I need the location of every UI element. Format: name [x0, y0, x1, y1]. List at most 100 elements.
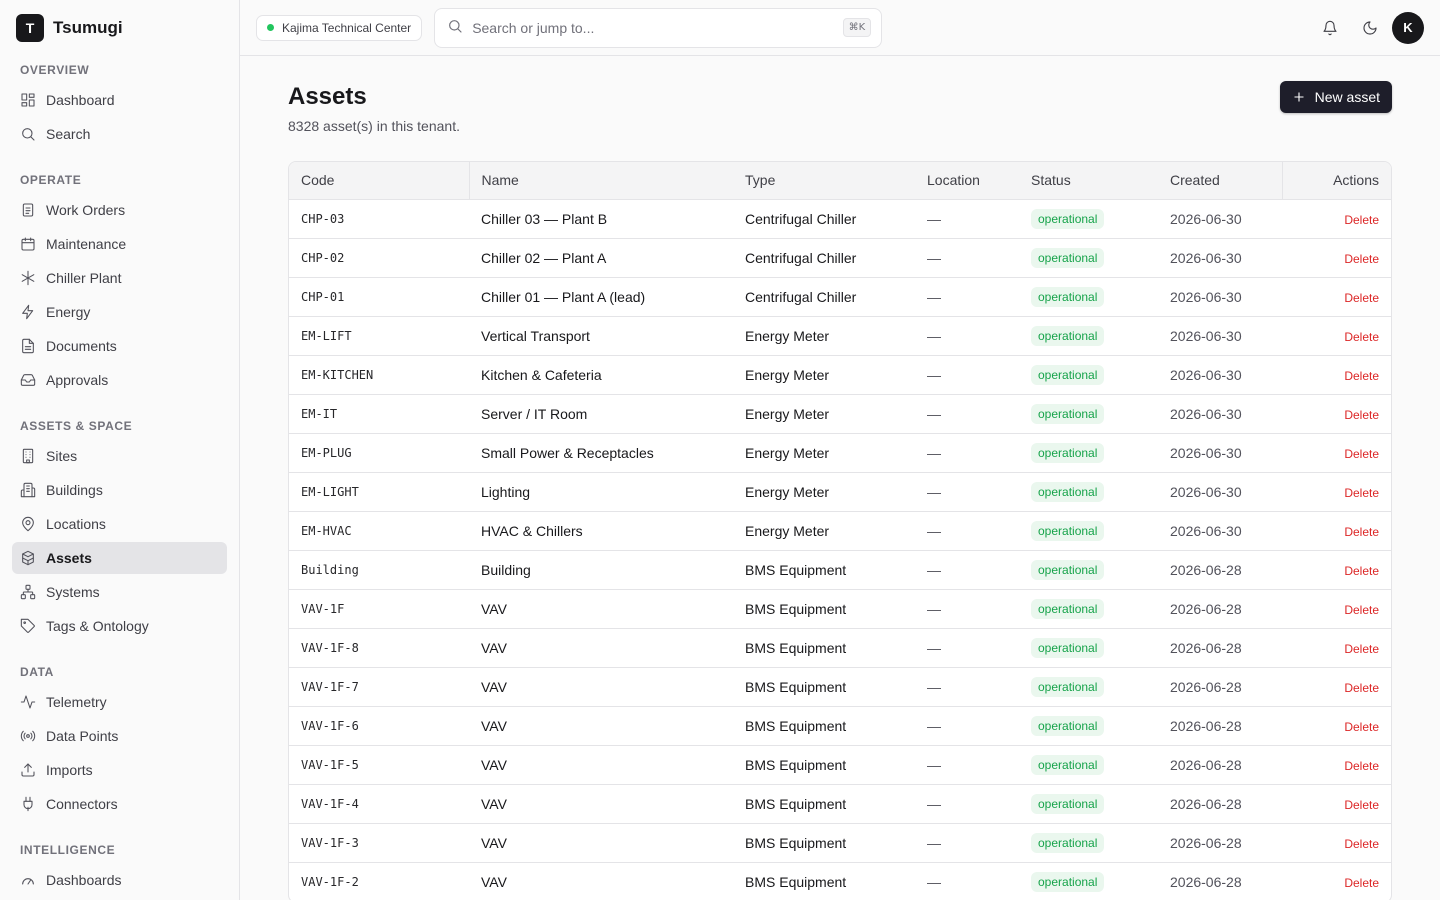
tenant-name: Kajima Technical Center — [282, 20, 412, 35]
asset-location: — — [915, 316, 1019, 356]
sidebar-item-connectors[interactable]: Connectors — [12, 788, 227, 820]
search-input[interactable] — [472, 19, 843, 36]
delete-asset-button[interactable]: Delete — [1344, 837, 1379, 851]
notifications-button[interactable] — [1314, 12, 1346, 44]
sidebar-item-buildings[interactable]: Buildings — [12, 474, 227, 506]
sidebar-item-energy[interactable]: Energy — [12, 296, 227, 328]
column-header-type[interactable]: Type — [733, 162, 915, 200]
delete-asset-button[interactable]: Delete — [1344, 798, 1379, 812]
brand-logo: T — [16, 14, 44, 42]
column-header-code[interactable]: Code — [289, 162, 470, 200]
table-row[interactable]: EM-IT Server / IT Room Energy Meter — operat… — [289, 394, 1391, 434]
sidebar-item-maintenance[interactable]: Maintenance — [12, 228, 227, 260]
sidebar-item-label: Connectors — [46, 796, 118, 812]
delete-asset-button[interactable]: Delete — [1344, 603, 1379, 617]
asset-name: Vertical Transport — [469, 316, 733, 356]
delete-asset-button[interactable]: Delete — [1344, 681, 1379, 695]
asset-actions-cell: Delete — [1282, 355, 1391, 395]
delete-asset-button[interactable]: Delete — [1344, 408, 1379, 422]
sidebar-item-assets[interactable]: Assets — [12, 542, 227, 574]
delete-asset-button[interactable]: Delete — [1344, 486, 1379, 500]
delete-asset-button[interactable]: Delete — [1344, 642, 1379, 656]
status-badge: operational — [1031, 442, 1105, 463]
sidebar-item-label: Systems — [46, 584, 100, 600]
sidebar-item-documents[interactable]: Documents — [12, 330, 227, 362]
user-avatar[interactable]: K — [1392, 11, 1424, 44]
delete-asset-button[interactable]: Delete — [1344, 330, 1379, 344]
sidebar-item-locations[interactable]: Locations — [12, 508, 227, 540]
brand[interactable]: T Tsumugi — [0, 0, 239, 56]
delete-asset-button[interactable]: Delete — [1344, 525, 1379, 539]
asset-type: BMS Equipment — [733, 589, 915, 629]
table-row[interactable]: VAV-1F-2 VAV BMS Equipment — operational 2026… — [289, 862, 1391, 900]
table-row[interactable]: VAV-1F-8 VAV BMS Equipment — operational 2026… — [289, 628, 1391, 668]
sidebar-item-telemetry[interactable]: Telemetry — [12, 686, 227, 718]
theme-toggle-button[interactable] — [1354, 12, 1386, 44]
table-row[interactable]: EM-PLUG Small Power & Receptacles Energy M… — [289, 433, 1391, 473]
table-row[interactable]: Building Building BMS Equipment — operationa… — [289, 550, 1391, 590]
delete-asset-button[interactable]: Delete — [1344, 213, 1379, 227]
delete-asset-button[interactable]: Delete — [1344, 759, 1379, 773]
new-asset-button[interactable]: New asset — [1279, 81, 1392, 113]
asset-code: EM-IT — [289, 394, 469, 434]
sidebar-item-dashboard[interactable]: Dashboard — [12, 84, 227, 116]
table-row[interactable]: EM-KITCHEN Kitchen & Cafeteria Energy Mete… — [289, 355, 1391, 395]
table-row[interactable]: VAV-1F VAV BMS Equipment — operational 2026-0… — [289, 589, 1391, 629]
asset-created: 2026-06-30 — [1158, 199, 1282, 239]
column-header-name[interactable]: Name — [469, 162, 733, 200]
assets-table: Code Name Type Location Status Created A… — [288, 161, 1392, 900]
activity-icon — [20, 694, 36, 710]
table-row[interactable]: EM-HVAC HVAC & Chillers Energy Meter — opera… — [289, 511, 1391, 551]
table-row[interactable]: VAV-1F-6 VAV BMS Equipment — operational 2026… — [289, 706, 1391, 746]
delete-asset-button[interactable]: Delete — [1344, 291, 1379, 305]
sidebar-item-tags-ontology[interactable]: Tags & Ontology — [12, 610, 227, 642]
table-row[interactable]: VAV-1F-3 VAV BMS Equipment — operational 2026… — [289, 823, 1391, 863]
sidebar-item-dashboards[interactable]: Dashboards — [12, 864, 227, 896]
sidebar-item-sites[interactable]: Sites — [12, 440, 227, 472]
table-row[interactable]: VAV-1F-7 VAV BMS Equipment — operational 2026… — [289, 667, 1391, 707]
sidebar-item-work-orders[interactable]: Work Orders — [12, 194, 227, 226]
sidebar-item-label: Locations — [46, 516, 106, 532]
sidebar-item-imports[interactable]: Imports — [12, 754, 227, 786]
table-row[interactable]: VAV-1F-5 VAV BMS Equipment — operational 2026… — [289, 745, 1391, 785]
sidebar-item-chiller-plant[interactable]: Chiller Plant — [12, 262, 227, 294]
nav-section: INTELLIGENCE Dashboards — [0, 840, 239, 896]
asset-actions-cell: Delete — [1282, 862, 1391, 900]
global-search[interactable]: ⌘K — [434, 7, 883, 48]
delete-asset-button[interactable]: Delete — [1344, 369, 1379, 383]
table-row[interactable]: CHP-03 Chiller 03 — Plant B Centrifugal Ch… — [289, 199, 1391, 239]
table-row[interactable]: EM-LIGHT Lighting Energy Meter — operational… — [289, 472, 1391, 512]
delete-asset-button[interactable]: Delete — [1344, 447, 1379, 461]
brand-name: Tsumugi — [53, 18, 123, 37]
table-row[interactable]: EM-LIFT Vertical Transport Energy Meter — op… — [289, 316, 1391, 356]
sidebar-item-search[interactable]: Search — [12, 118, 227, 150]
sidebar-item-systems[interactable]: Systems — [12, 576, 227, 608]
asset-code: EM-PLUG — [289, 433, 469, 473]
table-row[interactable]: CHP-02 Chiller 02 — Plant A Centrifugal Ch… — [289, 238, 1391, 278]
page-content: Assets 8328 asset(s) in this tenant. New… — [240, 56, 1440, 900]
column-header-created[interactable]: Created — [1158, 162, 1282, 200]
sidebar-item-label: Data Points — [46, 728, 119, 744]
asset-type: BMS Equipment — [733, 745, 915, 785]
sidebar-item-label: Sites — [46, 448, 78, 464]
column-header-status[interactable]: Status — [1019, 162, 1158, 200]
network-icon — [20, 584, 36, 600]
asset-location: — — [915, 238, 1019, 278]
delete-asset-button[interactable]: Delete — [1344, 564, 1379, 578]
asset-code: CHP-02 — [289, 238, 469, 278]
asset-name: VAV — [469, 667, 733, 707]
sidebar-nav: OVERVIEW Dashboard Search OPERATE Work Order… — [0, 60, 239, 896]
table-row[interactable]: VAV-1F-4 VAV BMS Equipment — operational 2026… — [289, 784, 1391, 824]
column-header-location[interactable]: Location — [915, 162, 1019, 200]
asset-name: VAV — [469, 628, 733, 668]
sidebar-item-data-points[interactable]: Data Points — [12, 720, 227, 752]
asset-type: BMS Equipment — [733, 823, 915, 863]
delete-asset-button[interactable]: Delete — [1344, 252, 1379, 266]
sidebar-item-approvals[interactable]: Approvals — [12, 364, 227, 396]
nav-section: DATA Telemetry Data Points Imports Connector… — [0, 662, 239, 820]
table-row[interactable]: CHP-01 Chiller 01 — Plant A (lead) Centrif… — [289, 277, 1391, 317]
sidebar-item-label: Dashboard — [46, 92, 115, 108]
delete-asset-button[interactable]: Delete — [1344, 876, 1379, 890]
tenant-switcher[interactable]: Kajima Technical Center — [256, 14, 423, 41]
delete-asset-button[interactable]: Delete — [1344, 720, 1379, 734]
